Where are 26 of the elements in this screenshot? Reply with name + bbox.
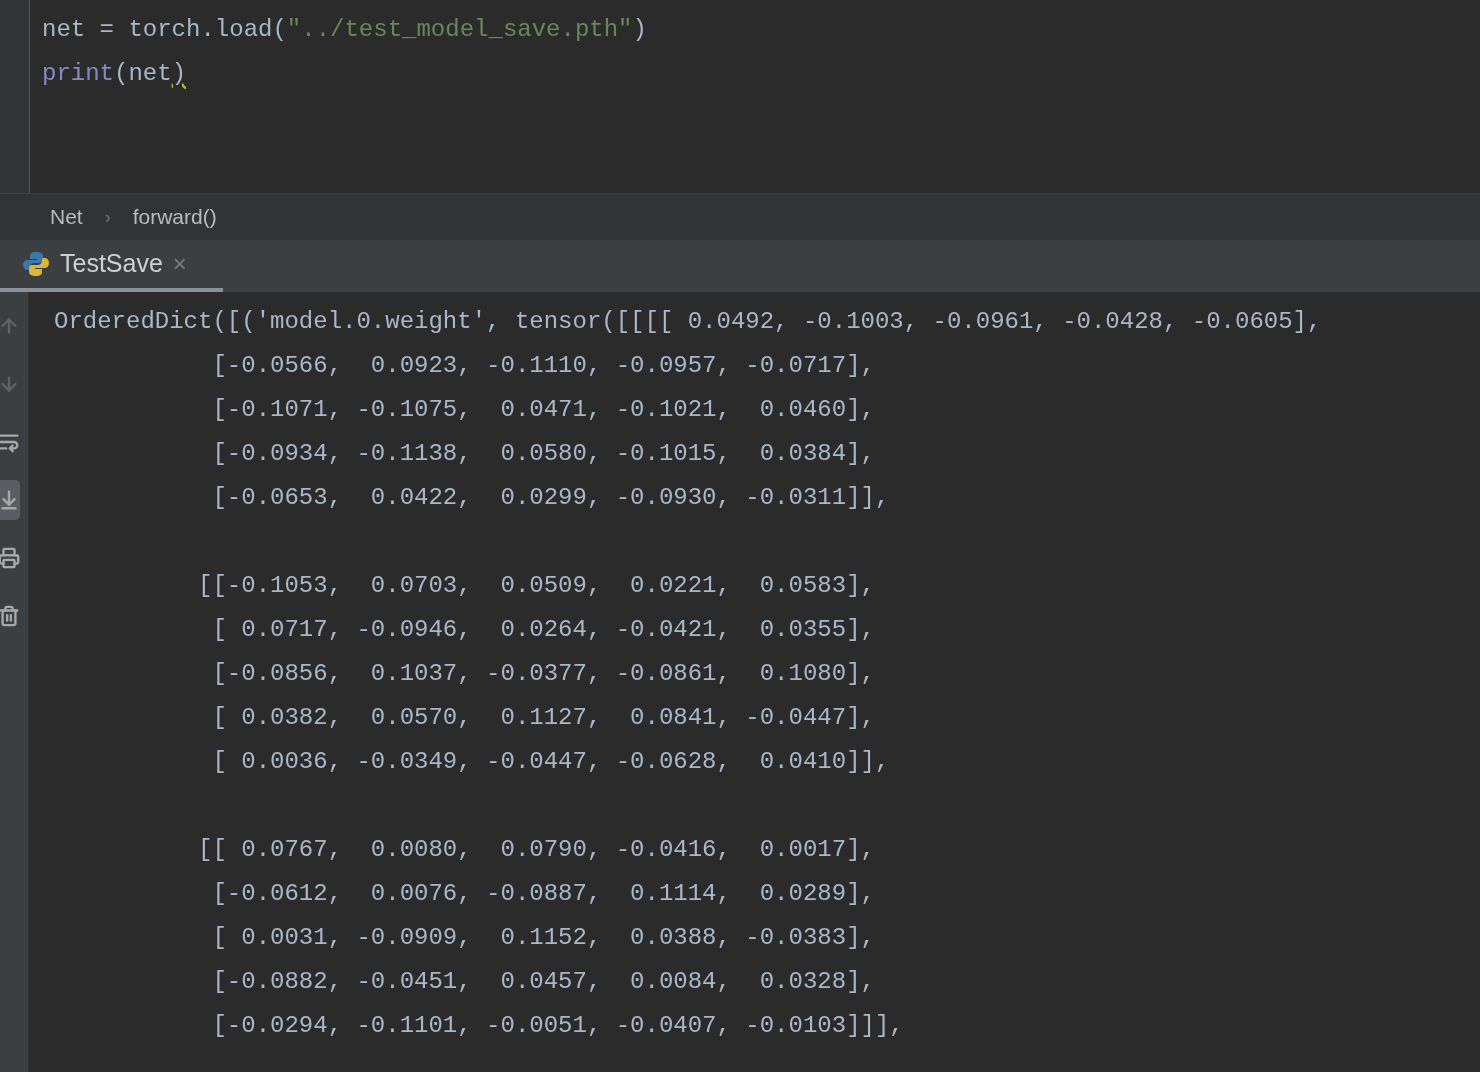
console-line: [ 0.0036, -0.0349, -0.0447, -0.0628, 0.0410]],: [211, 747, 890, 777]
scroll-to-end-icon[interactable]: [0, 488, 20, 512]
console-line: [-0.0612, 0.0076, -0.0887, 0.1114, 0.0289],: [211, 879, 875, 909]
breadcrumb-separator: ›: [104, 205, 111, 229]
console-line: OrderedDict([('model.0.weight', tensor([[[[ 0.0492, -0.1003, -0.0961, -0.0428, -0.0605],: [54, 307, 1322, 337]
console-line: [-0.0653, 0.0422, 0.0299, -0.0930, -0.0311]],: [211, 483, 890, 513]
console-line: [-0.0856, 0.1037, -0.0377, -0.0861, 0.1080],: [211, 659, 875, 689]
console-line: [[ 0.0767, 0.0080, 0.0790, -0.0416, 0.0017],: [197, 835, 875, 865]
console-line: [-0.0294, -0.1101, -0.0051, -0.0407, -0.0103]]],: [211, 1011, 904, 1041]
console-line: [-0.1071, -0.1075, 0.0471, -0.1021, 0.0460],: [211, 395, 875, 425]
code-line: print(net): [42, 59, 187, 89]
console-line: [[-0.1053, 0.0703, 0.0509, 0.0221, 0.0583],: [197, 571, 875, 601]
breadcrumb-item[interactable]: Net: [50, 201, 83, 233]
console-line: [ 0.0717, -0.0946, 0.0264, -0.0421, 0.0355],: [211, 615, 875, 645]
console-line: [-0.0566, 0.0923, -0.1110, -0.0957, -0.0717],: [211, 351, 875, 381]
console-line: [ 0.0031, -0.0909, 0.1152, 0.0388, -0.0383],: [211, 923, 875, 953]
console-line: [-0.0934, -0.1138, 0.0580, -0.1015, 0.0384],: [211, 439, 875, 469]
run-tab[interactable]: TestSave ×: [0, 240, 223, 292]
trash-icon[interactable]: [0, 604, 20, 628]
code-line: net = torch.load("../test_model_save.pth"): [42, 15, 647, 45]
console-line: [ 0.0382, 0.0570, 0.1127, 0.0841, -0.0447],: [211, 703, 875, 733]
selected-tool-button[interactable]: [0, 480, 20, 520]
python-logo-icon: [22, 250, 50, 278]
console-line: [-0.0882, -0.0451, 0.0457, 0.0084, 0.0328],: [211, 967, 875, 997]
printer-icon[interactable]: [0, 546, 20, 570]
breadcrumb-item[interactable]: forward(): [132, 201, 217, 233]
